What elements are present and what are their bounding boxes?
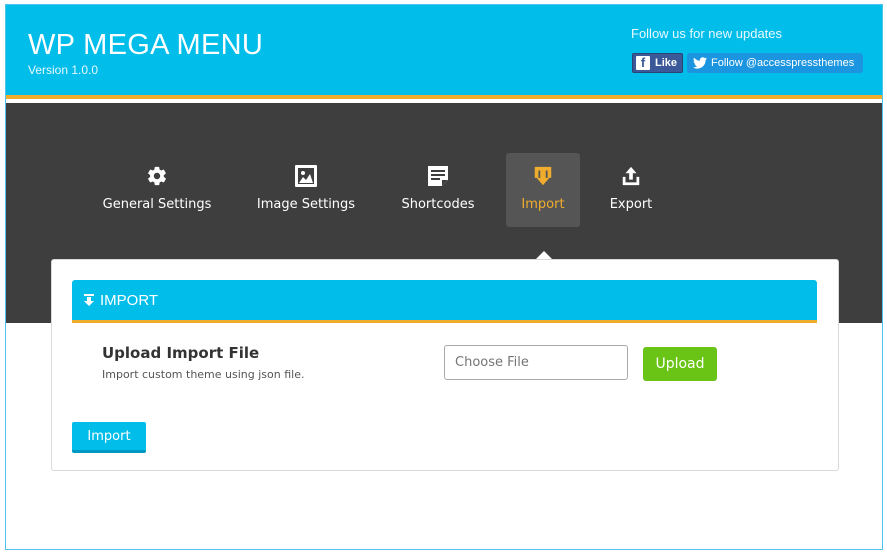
upload-button[interactable]: Upload — [643, 347, 717, 381]
version-label: Version 1.0.0 — [28, 63, 99, 77]
document-icon — [426, 164, 450, 188]
choose-file-input[interactable]: Choose File — [444, 345, 628, 380]
app-title: WP MEGA MENU — [28, 29, 264, 61]
tab-export[interactable]: Export — [601, 153, 661, 227]
tab-image-settings[interactable]: Image Settings — [251, 153, 361, 227]
import-icon — [84, 294, 94, 306]
panel-title: IMPORT — [100, 291, 159, 309]
upload-section-title: Upload Import File — [102, 344, 260, 362]
panel-header: IMPORT — [72, 280, 817, 323]
tab-label: Image Settings — [256, 197, 356, 212]
twitter-icon — [693, 57, 707, 69]
upload-section-description: Import custom theme using json file. — [102, 368, 305, 381]
tab-import[interactable]: Import — [506, 153, 580, 227]
tab-label: Import — [521, 197, 565, 212]
facebook-like-button[interactable]: f Like — [632, 53, 683, 73]
image-icon — [294, 164, 318, 188]
import-icon — [531, 164, 555, 188]
gear-icon — [145, 164, 169, 188]
tab-general-settings[interactable]: General Settings — [97, 153, 217, 227]
twitter-follow-label: Follow @accesspressthemes — [711, 57, 855, 69]
tab-label: Export — [609, 197, 653, 212]
import-panel: IMPORT Upload Import File Import custom … — [51, 259, 839, 471]
app-window: WP MEGA MENU Version 1.0.0 Follow us for… — [5, 4, 883, 550]
header: WP MEGA MENU Version 1.0.0 Follow us for… — [6, 5, 882, 99]
tab-label: General Settings — [102, 197, 212, 212]
tab-label: Shortcodes — [401, 197, 475, 212]
tab-shortcodes[interactable]: Shortcodes — [396, 153, 480, 227]
import-button[interactable]: Import — [72, 422, 146, 453]
choose-file-label: Choose File — [455, 355, 529, 370]
export-icon — [619, 164, 643, 188]
twitter-follow-button[interactable]: Follow @accesspressthemes — [687, 53, 863, 73]
settings-tabs: General Settings Image Settings Shortcod… — [6, 153, 882, 227]
follow-text: Follow us for new updates — [631, 26, 783, 41]
facebook-like-label: Like — [655, 57, 678, 69]
facebook-icon: f — [636, 56, 650, 70]
